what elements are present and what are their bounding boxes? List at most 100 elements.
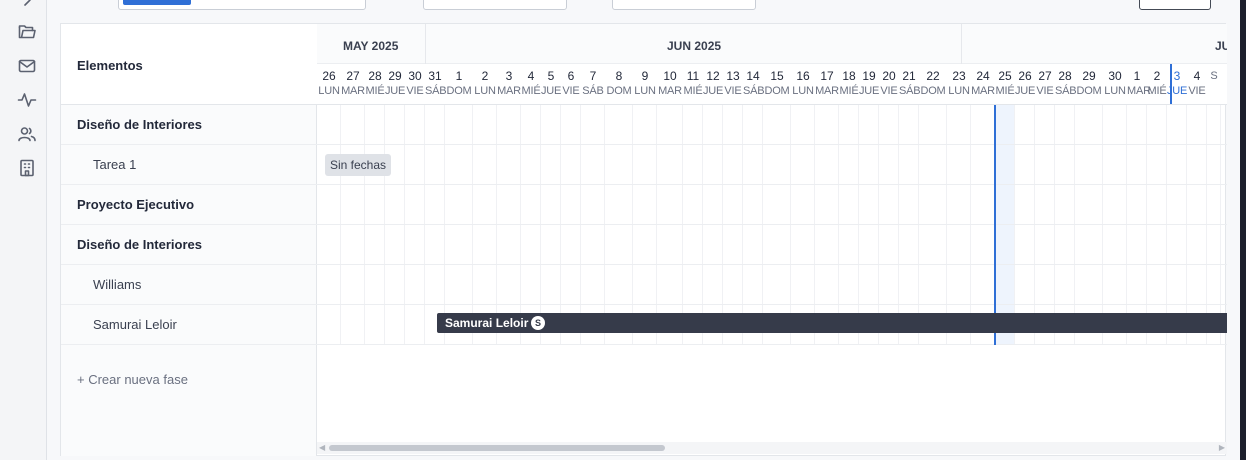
filter-select[interactable]: [423, 0, 567, 10]
weekday-label: MAR: [497, 85, 521, 97]
toolbar-action-button[interactable]: [1139, 0, 1211, 10]
weekday-label: MAR: [815, 85, 839, 97]
task-bar[interactable]: Samurai Leloir S: [437, 313, 1227, 333]
day-column-header: 1 DOM: [445, 64, 473, 105]
activity-icon[interactable]: [17, 90, 37, 110]
grid-column-line: [540, 105, 541, 345]
day-number: 18: [842, 69, 856, 83]
day-number: 23: [952, 69, 966, 83]
grid-column-line: [1166, 105, 1167, 345]
weekday-label: VIE: [724, 85, 742, 97]
horizontal-scrollbar[interactable]: ◀ ▶: [317, 442, 1227, 454]
weekday-label: DOM: [920, 85, 946, 97]
day-column-header: 30 LUN: [1103, 64, 1127, 105]
grid-column-line: [404, 105, 405, 345]
weekday-label: DOM: [1076, 85, 1102, 97]
day-number: 4: [527, 69, 535, 83]
weekday-label: JUE: [703, 85, 724, 97]
day-column-header: 26 LUN: [317, 64, 341, 105]
day-column-header: 2 MIÉ: [1147, 64, 1167, 105]
day-number: 30: [1108, 69, 1122, 83]
phase-row[interactable]: Proyecto Ejecutivo: [61, 185, 317, 225]
weekday-label: VIE: [406, 85, 424, 97]
day-column-header: 9 LUN: [633, 64, 657, 105]
grid-column-line: [970, 105, 971, 345]
timeline-grid: MAY 2025 JUN 2025 JU 26 LUN 27 MAR 28 MIÉ 29 JU…: [317, 24, 1227, 456]
weekday-label: JUE: [541, 85, 562, 97]
chevron-right-icon[interactable]: [17, 0, 37, 10]
day-number: 20: [882, 69, 896, 83]
day-number: 3: [505, 69, 513, 83]
day-column-header: 17 MAR: [815, 64, 839, 105]
group-select[interactable]: [612, 0, 756, 10]
day-number: 8: [615, 69, 623, 83]
weekday-label: DOM: [606, 85, 632, 97]
day-number: 9: [641, 69, 649, 83]
day-number: 19: [862, 69, 876, 83]
weekday-label: MAR: [971, 85, 995, 97]
grid-column-line: [496, 105, 497, 345]
grid-column-line: [762, 105, 763, 345]
weekday-label: MIÉ: [1147, 85, 1167, 97]
folder-icon[interactable]: [17, 22, 37, 42]
phase-row[interactable]: Diseño de Interiores: [61, 225, 317, 265]
building-icon[interactable]: [17, 158, 37, 178]
grid-column-line: [1220, 105, 1221, 345]
day-column-header: 7 SÁB: [581, 64, 605, 105]
view-switcher-active-tab[interactable]: [123, 0, 191, 5]
weekday-label: SÁB: [1055, 85, 1077, 97]
grid-column-line: [384, 105, 385, 345]
weekday-label: LUN: [948, 85, 970, 97]
no-dates-chip[interactable]: Sin fechas: [325, 154, 392, 176]
day-column-header: 4 MIÉ: [521, 64, 541, 105]
grid-column-line: [946, 105, 947, 345]
weekday-label: MIÉ: [839, 85, 859, 97]
assignee-avatar[interactable]: S: [531, 316, 545, 330]
view-switcher[interactable]: [118, 0, 366, 10]
scroll-left-icon[interactable]: ◀: [319, 443, 325, 452]
create-phase-button[interactable]: + Crear nueva fase: [77, 372, 188, 387]
day-column-header: 5 JUE: [541, 64, 561, 105]
day-number: 30: [408, 69, 422, 83]
day-column-header: S: [1207, 64, 1221, 105]
day-column-header: 18 MIÉ: [839, 64, 859, 105]
grid-column-line: [1186, 105, 1187, 345]
day-number: 5: [547, 69, 555, 83]
day-number: 1: [1133, 69, 1141, 83]
grid-column-line: [918, 105, 919, 345]
grid-column-line: [604, 105, 605, 345]
users-icon[interactable]: [17, 124, 37, 144]
task-bar-label: Samurai Leloir: [445, 316, 529, 330]
scrollbar-thumb[interactable]: [329, 445, 665, 451]
month-header: MAY 2025 JUN 2025 JU: [317, 24, 1227, 64]
day-number: 14: [746, 69, 760, 83]
day-column-header: 23 LUN: [947, 64, 971, 105]
day-number: 22: [926, 69, 940, 83]
grid-column-line: [472, 105, 473, 345]
grid-column-line: [580, 105, 581, 345]
weekday-label: JUE: [385, 85, 406, 97]
month-divider: [961, 24, 962, 64]
toolbar: [60, 0, 1226, 24]
day-number: 27: [346, 69, 360, 83]
day-number: 25: [998, 69, 1012, 83]
task-row[interactable]: Williams: [61, 265, 317, 305]
day-column-header: 12 JUE: [703, 64, 723, 105]
weekday-label: SÁB: [582, 85, 604, 97]
mail-icon[interactable]: [17, 56, 37, 76]
day-column-header: 14 SÁB: [743, 64, 765, 105]
day-column-header: 2 LUN: [473, 64, 497, 105]
weekday-label: VIE: [880, 85, 898, 97]
day-column-header: 30 VIE: [405, 64, 425, 105]
day-column-header: 6 VIE: [561, 64, 581, 105]
day-number: 31: [428, 69, 442, 83]
weekday-label: MIÉ: [521, 85, 541, 97]
day-number: 11: [686, 69, 700, 83]
day-column-header: 22 DOM: [919, 64, 947, 105]
grid-column-line: [1014, 105, 1015, 345]
scroll-right-icon[interactable]: ▶: [1219, 443, 1225, 452]
phase-row[interactable]: Diseño de Interiores: [61, 105, 317, 145]
grid-column-line: [742, 105, 743, 345]
task-row[interactable]: Samurai Leloir: [61, 305, 317, 345]
task-row[interactable]: Tarea 1: [61, 145, 317, 185]
